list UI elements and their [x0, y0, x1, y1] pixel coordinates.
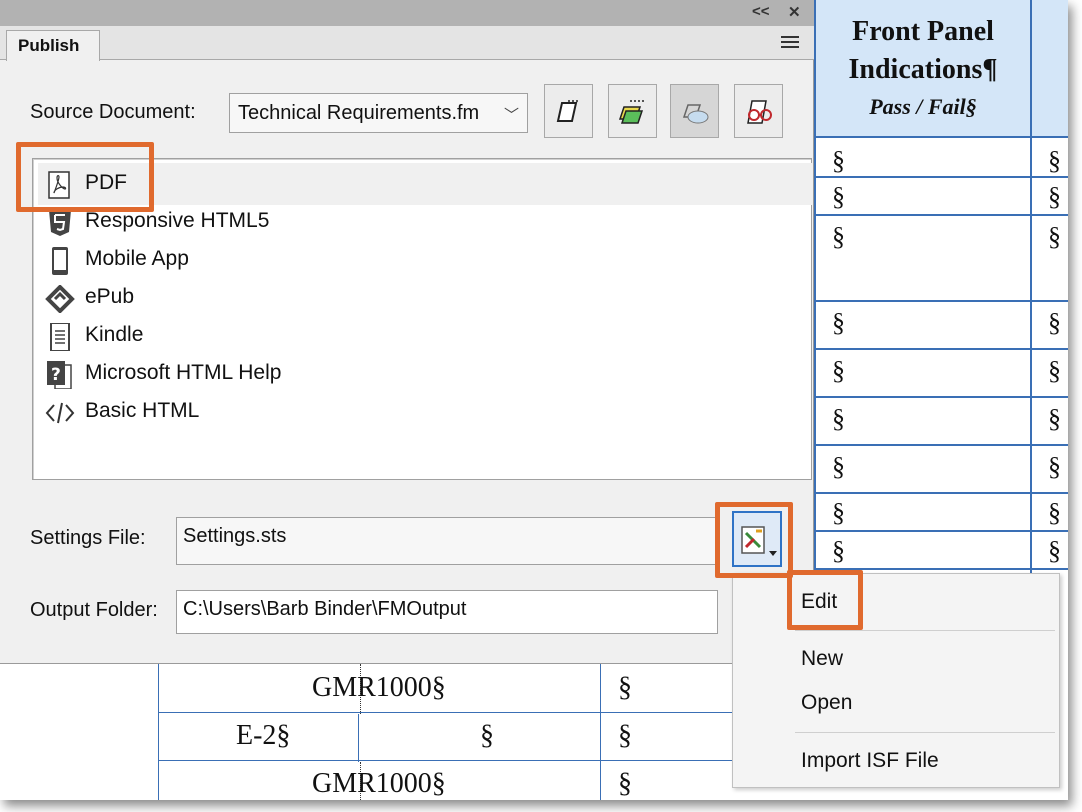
menu-item-new[interactable]: New [801, 647, 843, 671]
section-mark: § [1048, 498, 1061, 527]
panel-titlebar: << ✕ [0, 0, 814, 26]
svg-text:?: ? [51, 365, 61, 385]
section-mark: § [832, 498, 845, 527]
section-mark: § [1048, 222, 1061, 251]
list-item-label: Responsive HTML5 [85, 209, 270, 232]
list-item-mobile-app[interactable]: Mobile App [45, 243, 745, 277]
output-folder-label: Output Folder: [30, 599, 158, 621]
new-settings-icon [556, 100, 580, 122]
table-header-line2: Indications¶ [848, 54, 998, 85]
source-document-label: Source Document: [30, 101, 196, 123]
table-cell-text: GMR1000§ [312, 768, 446, 799]
chevron-down-icon: ﹀ [503, 107, 519, 124]
section-mark: § [1048, 146, 1061, 175]
list-item-html-help[interactable]: ? Microsoft HTML Help [45, 357, 745, 391]
publish-button[interactable] [608, 84, 657, 138]
section-mark: § [1048, 308, 1061, 337]
section-mark: § [832, 452, 845, 481]
view-output-icon [747, 100, 772, 124]
output-folder-field[interactable]: C:\Users\Barb Binder\FMOutput [176, 590, 718, 634]
code-icon [45, 402, 75, 424]
list-item-basic-html[interactable]: Basic HTML [45, 395, 745, 429]
new-settings-button[interactable] [544, 84, 593, 138]
section-mark: § [1048, 452, 1061, 481]
section-mark: § [1048, 536, 1061, 565]
list-item-kindle[interactable]: Kindle [45, 319, 745, 353]
settings-file-label: Settings File: [30, 527, 146, 549]
publish-panel: << ✕ Publish Source Document: Technical … [0, 0, 814, 664]
table-header-line3: Pass / Fail§ [869, 94, 977, 119]
edit-item-highlight-box [787, 570, 863, 630]
section-mark: § [832, 308, 845, 337]
screenshot-frame: Front Panel Indications¶ Pass / Fail§ § … [0, 0, 1068, 800]
list-item-label: Kindle [85, 323, 144, 346]
section-mark: § [832, 222, 845, 251]
section-mark: § [618, 672, 632, 703]
settings-file-value: Settings.sts [183, 525, 287, 547]
settings-file-field[interactable]: Settings.sts [176, 517, 716, 565]
source-document-select[interactable]: Technical Requirements.fm ﹀ [229, 93, 528, 133]
document-table-right: Front Panel Indications¶ Pass / Fail§ § … [814, 0, 1068, 664]
help-icon: ? [47, 361, 72, 389]
close-icon[interactable]: ✕ [788, 3, 801, 21]
cloud-button[interactable] [670, 84, 719, 138]
view-output-button[interactable] [734, 84, 783, 138]
list-item-label: Microsoft HTML Help [85, 361, 282, 384]
menu-item-open[interactable]: Open [801, 691, 852, 715]
tab-publish[interactable]: Publish [6, 30, 100, 61]
section-mark: § [832, 146, 845, 175]
hamburger-icon[interactable] [781, 36, 799, 51]
section-mark: § [1048, 182, 1061, 211]
publish-icon [618, 100, 644, 124]
edit-button-highlight-box [715, 502, 793, 578]
table-cell-text: GMR1000§ [312, 672, 446, 703]
list-item-label: Basic HTML [85, 399, 200, 422]
mobile-icon [52, 247, 68, 275]
html5-icon [49, 210, 71, 236]
source-document-value: Technical Requirements.fm [238, 102, 480, 124]
menu-item-import-isf[interactable]: Import ISF File [801, 749, 939, 773]
section-mark: § [618, 720, 632, 751]
epub-icon [45, 285, 75, 313]
table-header-line1: Front Panel [852, 16, 994, 47]
list-item-epub[interactable]: ePub [45, 281, 745, 315]
list-item-label: Mobile App [85, 247, 189, 270]
menu-separator [795, 630, 1055, 631]
section-mark: § [832, 404, 845, 433]
section-mark: § [480, 720, 494, 751]
kindle-icon [50, 323, 70, 351]
section-mark: § [1048, 356, 1061, 385]
collapse-icon[interactable]: << [752, 3, 770, 20]
settings-context-menu: Edit New Open Import ISF File [732, 573, 1060, 788]
section-mark: § [832, 182, 845, 211]
table-cell-text: E-2§ [236, 720, 291, 751]
menu-separator [795, 732, 1055, 733]
panel-tabstrip: Publish [0, 26, 814, 61]
section-mark: § [832, 536, 845, 565]
output-folder-value: C:\Users\Barb Binder\FMOutput [183, 598, 467, 620]
section-mark: § [832, 356, 845, 385]
list-item-label: ePub [85, 285, 135, 308]
cloud-icon [682, 104, 709, 124]
section-mark: § [618, 768, 632, 799]
pdf-highlight-box [16, 142, 154, 212]
section-mark: § [1048, 404, 1061, 433]
